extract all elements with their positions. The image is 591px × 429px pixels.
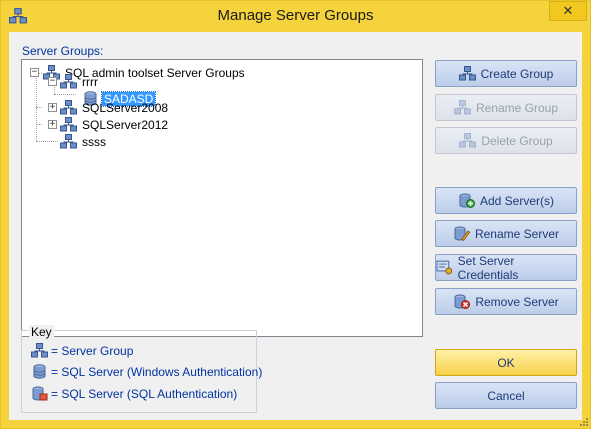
key-text: = Server Group xyxy=(51,343,134,358)
tree-expand-toggle[interactable]: + xyxy=(48,103,57,112)
tree-node-label: SQLServer2012 xyxy=(82,117,169,132)
server-group-icon xyxy=(60,134,77,149)
server-group-icon xyxy=(60,100,77,115)
tree-node-label: rrrr xyxy=(82,74,98,89)
key-row-windows-auth: = SQL Server (Windows Authentication) xyxy=(31,364,262,379)
rename-server-icon xyxy=(453,226,470,241)
rename-server-button[interactable]: Rename Server xyxy=(435,220,577,247)
credentials-icon xyxy=(436,260,453,275)
dialog-body: Server Groups: − SQL admin toolset Serve… xyxy=(9,32,582,420)
key-text: = SQL Server (Windows Authentication) xyxy=(51,364,263,379)
server-group-icon xyxy=(459,66,476,81)
key-row-server-group: = Server Group xyxy=(31,343,133,358)
tree-node-sqlserver2008[interactable]: SQLServer2008 xyxy=(60,99,170,116)
tree-collapse-toggle[interactable]: − xyxy=(30,68,39,77)
server-group-icon xyxy=(60,74,77,89)
server-group-icon xyxy=(60,117,77,132)
tree-node-ssss[interactable]: ssss xyxy=(60,133,108,150)
server-group-icon xyxy=(31,343,48,358)
tree-collapse-toggle[interactable]: − xyxy=(48,77,57,86)
button-label: Remove Server xyxy=(475,294,559,309)
tree-node-label: SQLServer2008 xyxy=(82,100,169,115)
server-groups-tree[interactable]: − SQL admin toolset Server Groups − rrrr… xyxy=(21,59,423,337)
ok-button[interactable]: OK xyxy=(435,349,577,376)
add-server-icon xyxy=(458,193,475,208)
button-label: Add Server(s) xyxy=(479,193,555,208)
button-label: Create Group xyxy=(480,66,554,81)
title-bar[interactable]: Manage Server Groups ✕ xyxy=(1,1,590,32)
set-server-credentials-button[interactable]: Set Server Credentials xyxy=(435,253,577,282)
delete-group-button[interactable]: Delete Group xyxy=(435,127,577,154)
server-group-icon xyxy=(459,133,476,148)
sql-server-windows-auth-icon xyxy=(31,364,48,379)
rename-group-button[interactable]: Rename Group xyxy=(435,94,577,121)
server-group-icon xyxy=(454,100,471,115)
button-label: Rename Group xyxy=(475,100,559,115)
close-button[interactable]: ✕ xyxy=(549,1,587,21)
manage-server-groups-window: Manage Server Groups ✕ Server Groups: − … xyxy=(0,0,591,429)
button-label: Delete Group xyxy=(481,133,553,148)
sql-server-sql-auth-icon xyxy=(31,386,48,401)
cancel-button[interactable]: Cancel xyxy=(435,382,577,409)
tree-expand-toggle[interactable]: + xyxy=(48,120,57,129)
window-title: Manage Server Groups xyxy=(217,7,374,24)
button-label: Rename Server xyxy=(474,226,560,241)
server-groups-label: Server Groups: xyxy=(22,44,104,58)
remove-server-button[interactable]: Remove Server xyxy=(435,288,577,315)
key-title: Key xyxy=(29,325,54,339)
create-group-button[interactable]: Create Group xyxy=(435,60,577,87)
key-row-sql-auth: = SQL Server (SQL Authentication) xyxy=(31,386,237,401)
tree-node-sqlserver2012[interactable]: SQLServer2012 xyxy=(60,116,170,133)
button-label: Set Server Credentials xyxy=(457,253,519,282)
resize-grip-icon[interactable] xyxy=(578,416,588,426)
key-text: = SQL Server (SQL Authentication) xyxy=(51,386,238,401)
tree-node-rrrr[interactable]: rrrr xyxy=(60,73,100,90)
add-servers-button[interactable]: Add Server(s) xyxy=(435,187,577,214)
tree-node-label: ssss xyxy=(82,134,106,149)
remove-server-icon xyxy=(453,294,470,309)
